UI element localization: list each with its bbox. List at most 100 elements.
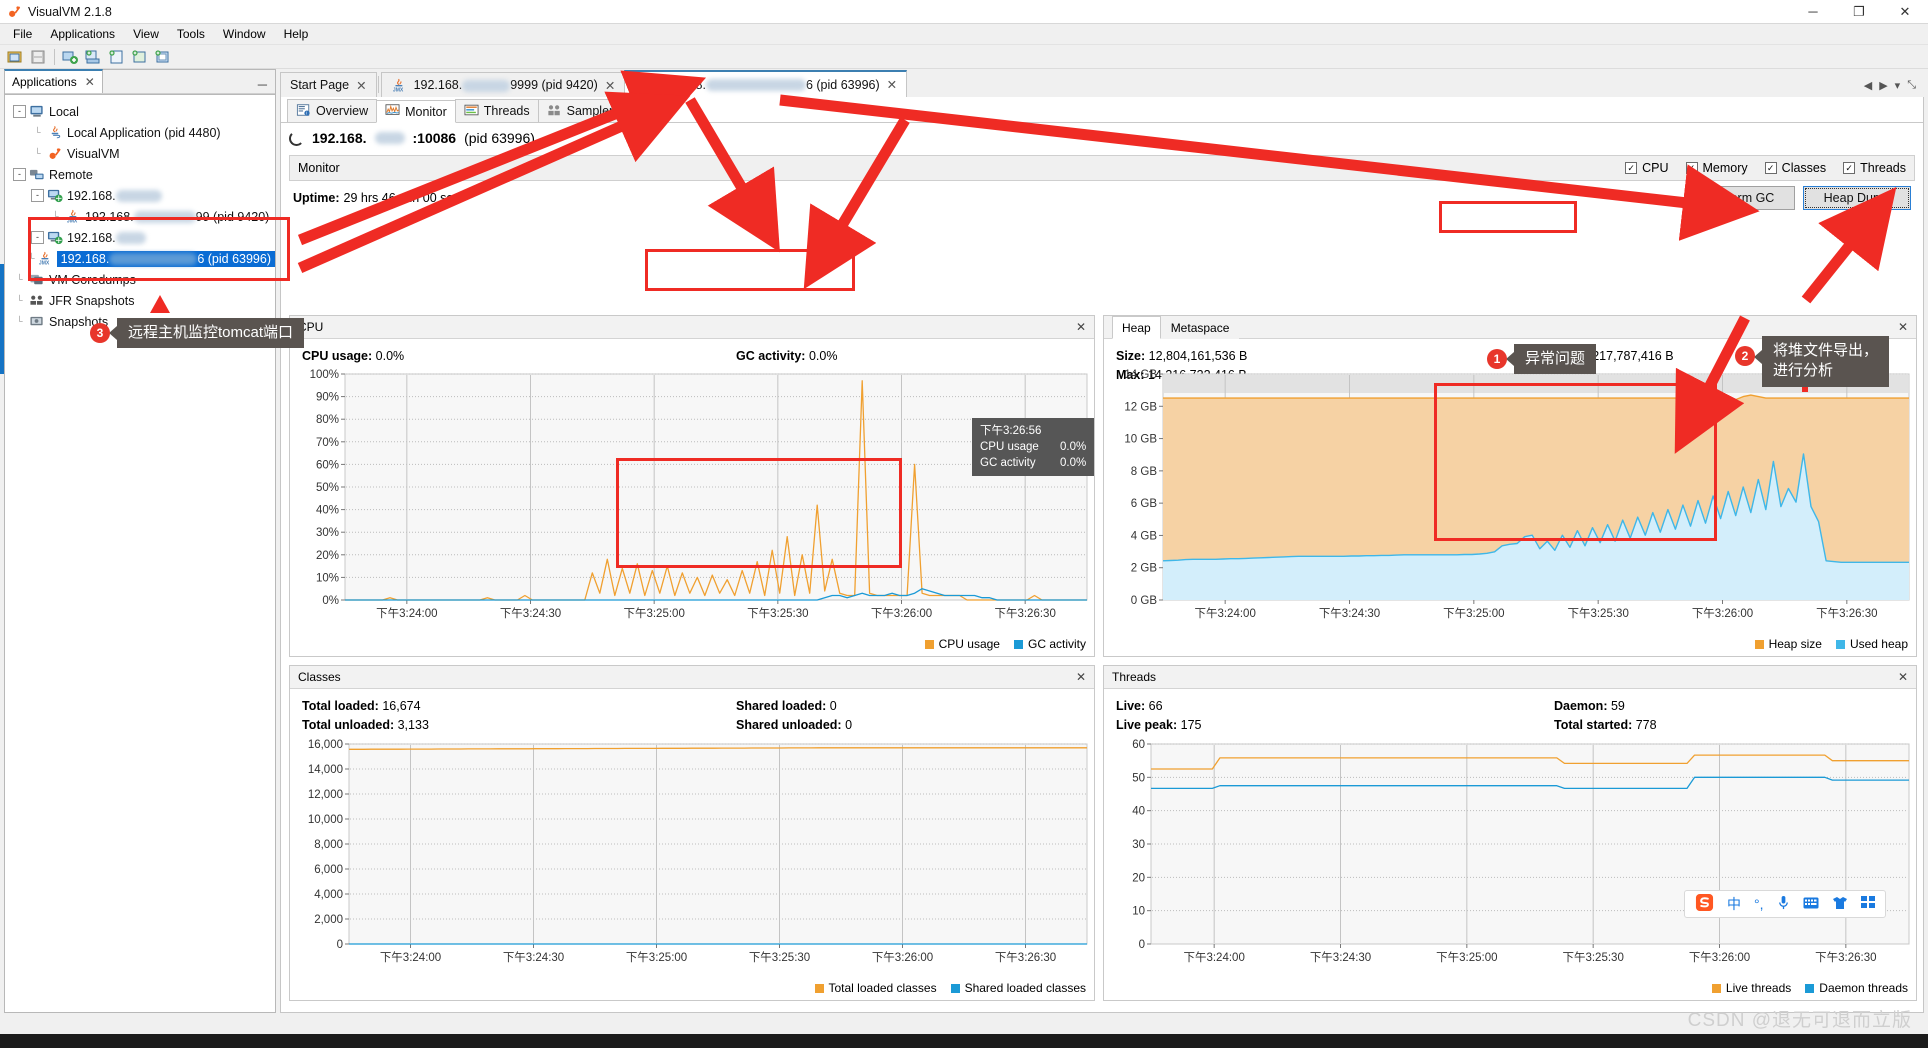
- ime-punctuation-icon[interactable]: °,: [1754, 896, 1764, 912]
- heap-chart[interactable]: 0 GB 2 GB 4 GB 6 GB 8 GB 10 GB 12 GB 14 GB 下午3:2…: [1105, 368, 1915, 626]
- checkbox-box[interactable]: ✓: [1843, 162, 1856, 174]
- add-remote-host-icon[interactable]: [82, 47, 104, 67]
- add-jmx-connection-icon[interactable]: [59, 47, 81, 67]
- tab-overview[interactable]: i Overview: [287, 99, 378, 122]
- menu-tools[interactable]: Tools: [168, 25, 214, 43]
- callout-3-pointer: [109, 326, 117, 341]
- close-icon[interactable]: ✕: [85, 75, 95, 89]
- skin-icon[interactable]: [1832, 896, 1848, 913]
- tree-item-local-0[interactable]: - Local: [5, 101, 275, 122]
- menu-help[interactable]: Help: [275, 25, 318, 43]
- applications-tree[interactable]: - Local └ Local Application (pid 4480) └ Visu…: [5, 94, 275, 1012]
- close-icon[interactable]: ✕: [1898, 320, 1908, 334]
- tab-heap[interactable]: Heap: [1112, 316, 1161, 339]
- mic-icon[interactable]: [1777, 895, 1790, 913]
- keyboard-icon[interactable]: [1803, 896, 1819, 912]
- cpu-legend: CPU usage GC activity: [924, 637, 1086, 651]
- menu-view[interactable]: View: [124, 25, 168, 43]
- sampler-icon: [547, 103, 562, 120]
- svg-text:40: 40: [1132, 806, 1145, 818]
- svg-text:60%: 60%: [316, 459, 339, 471]
- tree-expander-icon[interactable]: -: [13, 168, 26, 181]
- tab-sampler[interactable]: Sampler: [537, 99, 623, 122]
- scroll-right-icon[interactable]: ▶: [1879, 79, 1887, 92]
- save-snapshot-icon[interactable]: [27, 47, 49, 67]
- host-icon: [46, 230, 63, 246]
- maximize-button[interactable]: ❐: [1836, 0, 1882, 23]
- sogou-ime-icon[interactable]: [1695, 893, 1714, 915]
- menu-file[interactable]: File: [4, 25, 41, 43]
- tree-item-192-168--5[interactable]: └ JMX 192.168. 99 (pid 9420): [5, 206, 275, 227]
- heap-dump-button[interactable]: Heap Dump: [1803, 186, 1911, 210]
- checkbox-box[interactable]: ✓: [1625, 162, 1638, 174]
- close-icon[interactable]: ✕: [1076, 670, 1086, 684]
- editor-tab-2[interactable]: JMX 192.168. 6 (pid 63996) ✕: [624, 70, 908, 97]
- tab-monitor[interactable]: Monitor: [376, 100, 456, 123]
- close-icon[interactable]: ✕: [356, 78, 366, 93]
- close-icon[interactable]: ✕: [605, 78, 615, 93]
- total-unloaded-value: 3,133: [397, 718, 429, 732]
- cpu-chart[interactable]: 0% 10% 20% 30% 40% 50% 60% 70% 80% 90% 100% 下午3:24:…: [291, 368, 1093, 626]
- jmx-icon: JMX: [64, 209, 81, 225]
- perform-gc-button[interactable]: Perform GC: [1687, 186, 1795, 210]
- checkbox-cpu[interactable]: ✓ CPU: [1625, 161, 1669, 175]
- threads-chart[interactable]: 0 10 20 30 40 50 60 下午3:24:00 下午3:24:30 下午3:25:00…: [1105, 738, 1915, 970]
- checkbox-threads[interactable]: ✓ Threads: [1843, 161, 1906, 175]
- close-button[interactable]: ✕: [1882, 0, 1928, 23]
- tab-metaspace[interactable]: Metaspace: [1160, 316, 1240, 339]
- tree-expander-icon[interactable]: -: [31, 189, 44, 202]
- checkbox-memory[interactable]: ✓ Memory: [1685, 161, 1748, 175]
- svg-text:40%: 40%: [316, 505, 339, 517]
- tree-line-icon: └: [52, 211, 59, 221]
- close-icon[interactable]: ✕: [1898, 670, 1908, 684]
- editor-tab-1[interactable]: JMX 192.168. 9999 (pid 9420) ✕: [380, 72, 626, 97]
- add-application-icon[interactable]: [151, 47, 173, 67]
- tree-item-local-application-pid-4480--1[interactable]: └ Local Application (pid 4480): [5, 122, 275, 143]
- tree-expander-icon[interactable]: -: [13, 105, 26, 118]
- ime-toolbar[interactable]: 中 °,: [1684, 890, 1886, 918]
- tree-item-label: 192.168. 6 (pid 63996): [56, 250, 275, 267]
- legend-item: Live threads: [1711, 981, 1791, 995]
- checkbox-classes[interactable]: ✓ Classes: [1764, 161, 1826, 175]
- menu-window[interactable]: Window: [214, 25, 275, 43]
- legend-item: GC activity: [1013, 637, 1086, 651]
- classes-chart[interactable]: 0 2,000 4,000 6,000 8,000 10,000 12,000 14,000 1…: [291, 738, 1093, 970]
- tab-threads[interactable]: Threads: [454, 99, 539, 122]
- svg-text:下午3:24:00: 下午3:24:00: [1183, 951, 1244, 964]
- tree-item-192-168--4[interactable]: - 192.168.: [5, 185, 275, 206]
- checkbox-box[interactable]: ✓: [1764, 162, 1777, 174]
- tree-item-visualvm-2[interactable]: └ VisualVM: [5, 143, 275, 164]
- editor-tab-0[interactable]: Start Page ✕: [280, 72, 377, 97]
- tree-item-192-168--6[interactable]: - 192.168.: [5, 227, 275, 248]
- visualvm-icon: [6, 4, 22, 20]
- open-snapshot-icon[interactable]: [4, 47, 26, 67]
- svg-text:90%: 90%: [316, 392, 339, 404]
- svg-text:8 GB: 8 GB: [1131, 466, 1158, 478]
- close-icon[interactable]: ✕: [887, 77, 897, 92]
- uptime-row: Uptime: 29 hrs 46 min 00 sec Perform GC …: [281, 181, 1923, 215]
- visualvm-window: VisualVM 2.1.8 ─ ❐ ✕ File Applications V…: [0, 0, 1928, 1048]
- tree-item-remote-3[interactable]: - Remote: [5, 164, 275, 185]
- callout-3-text: 远程主机监控tomcat端口: [117, 318, 305, 349]
- menu-applications[interactable]: Applications: [41, 25, 124, 43]
- close-icon[interactable]: ✕: [1076, 320, 1086, 334]
- apps-icon[interactable]: [1860, 895, 1875, 913]
- add-jfr-snapshot-icon[interactable]: [128, 47, 150, 67]
- tab-list-icon[interactable]: ▾: [1895, 79, 1901, 92]
- monitor-checkbox-group: ✓ CPU ✓ Memory ✓ Classes ✓ Threads: [1625, 161, 1906, 175]
- minimize-icon[interactable]: ─: [258, 77, 267, 92]
- minimize-button[interactable]: ─: [1790, 0, 1836, 23]
- tree-expander-icon[interactable]: -: [31, 231, 44, 244]
- checkbox-box[interactable]: ✓: [1685, 162, 1698, 174]
- toolbar-separator: [54, 48, 55, 65]
- maximize-tab-icon[interactable]: ⤡: [1907, 79, 1916, 92]
- ime-mode-label[interactable]: 中: [1727, 894, 1741, 914]
- legend-item: Daemon threads: [1805, 981, 1908, 995]
- applications-tab[interactable]: Applications ✕: [4, 69, 103, 93]
- tree-item-192-168--7[interactable]: └ JMX 192.168. 6 (pid 63996): [5, 248, 275, 269]
- tree-item-jfr-snapshots-9[interactable]: └ JFR Snapshots: [5, 290, 275, 311]
- scroll-left-icon[interactable]: ◀: [1864, 79, 1872, 92]
- legend-label: CPU usage: [938, 637, 1000, 651]
- tree-item-vm-coredumps-8[interactable]: └ VM Coredumps: [5, 269, 275, 290]
- add-vm-coredump-icon[interactable]: [105, 47, 127, 67]
